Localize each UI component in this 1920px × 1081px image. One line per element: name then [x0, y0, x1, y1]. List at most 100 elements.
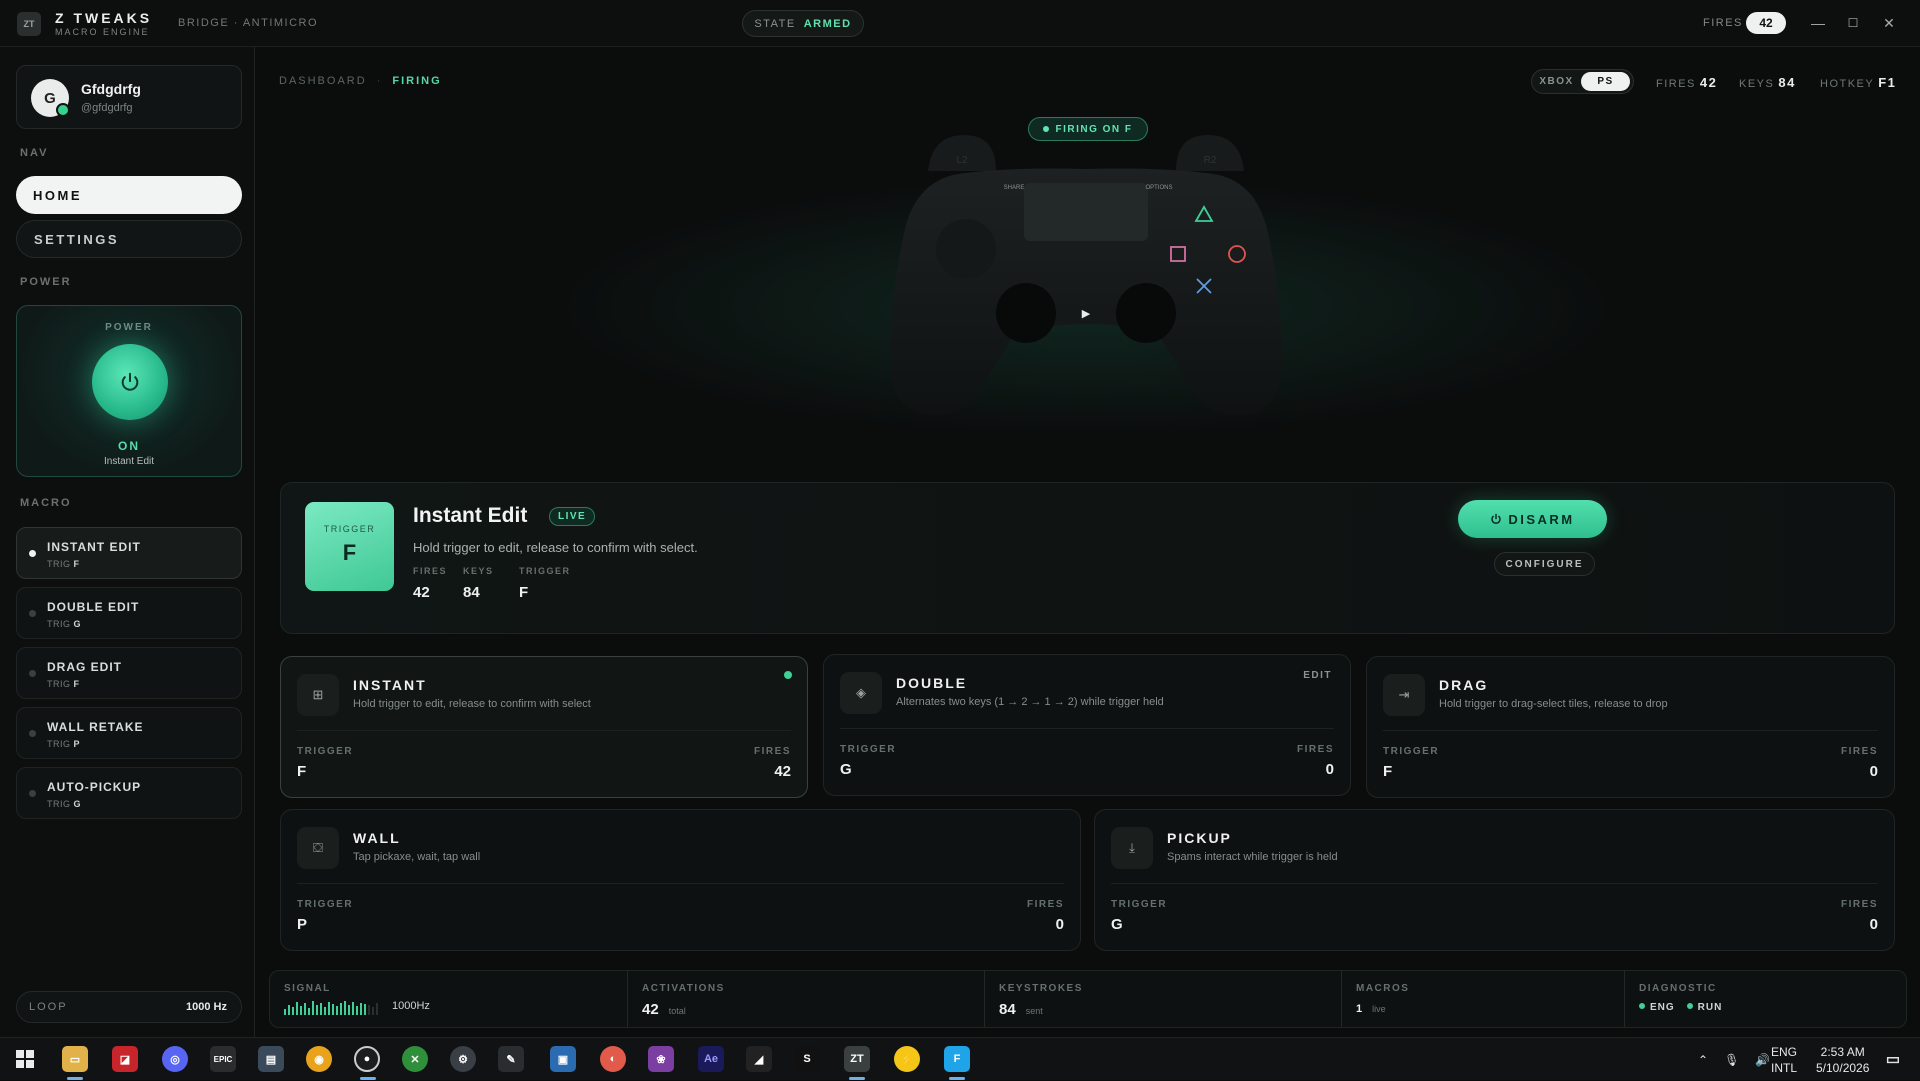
macro-status-dot: [29, 790, 36, 797]
configure-button[interactable]: CONFIGURE: [1494, 552, 1595, 576]
grid-icon: ⊞: [297, 674, 339, 716]
clock[interactable]: 2:53 AM 5/10/2026: [1816, 1044, 1869, 1076]
card-edit-button[interactable]: EDIT: [1303, 670, 1332, 681]
breadcrumb-current: FIRING: [392, 75, 442, 87]
loop-rate-bar[interactable]: LOOP 1000 Hz: [16, 991, 242, 1023]
platform-xbox[interactable]: XBOX: [1532, 76, 1581, 87]
nav-home-button[interactable]: HOME: [16, 176, 242, 214]
card-fires-value: 42: [774, 763, 791, 780]
nav-settings-button[interactable]: SETTINGS: [16, 220, 242, 258]
close-button[interactable]: ✕: [1879, 13, 1899, 33]
sidebar-macro-instant-edit[interactable]: INSTANT EDIT TRIG F: [16, 527, 242, 579]
f-app-icon[interactable]: F: [944, 1046, 970, 1072]
macro-card-pickup[interactable]: ⤓ PICKUP Spams interact while trigger is…: [1094, 809, 1895, 951]
z-tweaks-taskbar-icon[interactable]: ZT: [844, 1046, 870, 1072]
diagnostic-cell: DIAGNOSTIC ENG RUN: [1624, 971, 1908, 1027]
share-label: SHARE: [1004, 185, 1025, 191]
active-macro-title: Instant Edit: [413, 504, 528, 527]
language-indicator[interactable]: ENG INTL: [1771, 1044, 1797, 1076]
state-label: STATE: [754, 17, 796, 30]
speaker-icon[interactable]: 🔊: [1755, 1053, 1770, 1067]
clock-date: 5/10/2026: [1816, 1061, 1870, 1075]
macro-card-drag[interactable]: ⇥ DRAG Hold trigger to drag-select tiles…: [1366, 656, 1895, 798]
card-description: Hold trigger to edit, release to confirm…: [353, 698, 591, 710]
svg-text:▶: ▶: [1082, 308, 1091, 320]
file-explorer-icon[interactable]: ▭: [62, 1046, 88, 1072]
ps-controller-illustration: L2 R2 SHARE OPTIONS ▶: [890, 135, 1282, 415]
macro-name: DOUBLE EDIT: [47, 600, 140, 614]
app-brand: Z TWEAKS MACRO ENGINE: [55, 10, 152, 37]
lightning-app-icon[interactable]: ⚡: [894, 1046, 920, 1072]
right-stick: [1116, 283, 1176, 343]
microphone-icon[interactable]: 🎙: [1724, 1053, 1739, 1067]
after-effects-icon[interactable]: Ae: [698, 1046, 724, 1072]
epic-games-icon[interactable]: EPIC: [210, 1046, 236, 1072]
diag-eng: ENG: [1639, 1002, 1675, 1013]
macro-trigger: TRIG F: [47, 679, 80, 689]
xbox-icon[interactable]: ✕: [402, 1046, 428, 1072]
macro-name: WALL RETAKE: [47, 720, 144, 734]
fruit-app-icon[interactable]: ❀: [648, 1046, 674, 1072]
minimize-button[interactable]: —: [1808, 13, 1828, 33]
keystrokes-cell: KEYSTROKES 84 sent: [984, 971, 1341, 1027]
card-trigger-label: TRIGGER: [297, 899, 354, 910]
macros-value: 1 live: [1356, 1003, 1386, 1015]
macro-card-instant[interactable]: ⊞ INSTANT Hold trigger to edit, release …: [280, 656, 808, 798]
store-icon[interactable]: ▣: [550, 1046, 576, 1072]
card-fires-label: FIRES: [754, 746, 791, 757]
amd-icon[interactable]: ◪: [112, 1046, 138, 1072]
sidebar-macro-drag-edit[interactable]: DRAG EDIT TRIG F: [16, 647, 242, 699]
macro-status-dot: [29, 610, 36, 617]
windows-start-icon[interactable]: [12, 1046, 38, 1072]
download-icon: ⤓: [1111, 827, 1153, 869]
active-macro-description: Hold trigger to edit, release to confirm…: [413, 540, 698, 555]
power-state: ON: [118, 439, 140, 453]
firing-status-dot: [1043, 126, 1050, 132]
platform-toggle[interactable]: XBOX PS: [1531, 69, 1634, 94]
touchpad: [1024, 183, 1148, 241]
platform-ps[interactable]: PS: [1581, 72, 1630, 91]
card-fires-label: FIRES: [1841, 899, 1878, 910]
titlebar-fires-count: 42: [1746, 12, 1786, 34]
card-fires-label: FIRES: [1027, 899, 1064, 910]
firing-status-text: FIRING ON F: [1055, 123, 1133, 135]
game-launcher-icon[interactable]: ◐: [600, 1046, 626, 1072]
discord-icon[interactable]: ◎: [162, 1046, 188, 1072]
power-section-label: POWER: [20, 276, 72, 288]
power-toggle-button[interactable]: [92, 344, 168, 420]
macro-card-wall[interactable]: ⛋ WALL Tap pickaxe, wait, tap wall TRIGG…: [280, 809, 1081, 951]
macro-card-double[interactable]: ◈ DOUBLE Alternates two keys (1 → 2 → 1 …: [823, 654, 1351, 796]
notifications-icon[interactable]: ▭: [1880, 1046, 1906, 1072]
hero-keys-stat: KEYS 84: [463, 566, 494, 601]
macro-status-dot: [29, 550, 36, 557]
breadcrumb-dashboard[interactable]: DASHBOARD: [279, 75, 367, 87]
main-content: DASHBOARD · FIRING XBOX PS FIRES 42 KEYS 84 …: [256, 47, 1920, 1037]
streaming-app-icon[interactable]: ◢: [746, 1046, 772, 1072]
state-pill: STATE ARMED: [742, 10, 864, 37]
signal-label: SIGNAL: [284, 983, 331, 994]
maximize-button[interactable]: ☐: [1843, 13, 1863, 33]
card-description: Hold trigger to drag-select tiles, relea…: [1439, 698, 1668, 710]
script-app-icon[interactable]: S: [794, 1046, 820, 1072]
settings-gear-icon[interactable]: ⚙: [450, 1046, 476, 1072]
chrome-icon[interactable]: ◉: [306, 1046, 332, 1072]
macro-name: AUTO-PICKUP: [47, 780, 142, 794]
card-fires-value: 0: [1055, 916, 1064, 933]
app-window-icon[interactable]: ▤: [258, 1046, 284, 1072]
activations-label: ACTIVATIONS: [642, 983, 725, 994]
sidebar-macro-double-edit[interactable]: DOUBLE EDIT TRIG G: [16, 587, 242, 639]
tool-app-icon[interactable]: ✎: [498, 1046, 524, 1072]
drag-arrow-icon: ⇥: [1383, 674, 1425, 716]
windows-taskbar: ▭ ◪ ◎ EPIC ▤ ◉ ● ✕ ⚙ ✎ ▣ ◐ ❀ Ae ◢ S ZT ⚡…: [0, 1037, 1920, 1080]
profile-card[interactable]: G Gfdgdrfg @gfdgdrfg: [16, 65, 242, 129]
macro-section-label: MACRO: [20, 497, 72, 509]
power-card: POWER ON Instant Edit: [16, 305, 242, 477]
chevron-up-icon[interactable]: ⌃: [1698, 1053, 1708, 1067]
firing-status-pill: FIRING ON F: [1028, 117, 1148, 141]
sidebar-macro-auto-pickup[interactable]: AUTO-PICKUP TRIG G: [16, 767, 242, 819]
sidebar-macro-wall-retake[interactable]: WALL RETAKE TRIG P: [16, 707, 242, 759]
card-trigger-label: TRIGGER: [297, 746, 354, 757]
disarm-button[interactable]: DISARM: [1458, 500, 1607, 538]
macro-status-dot: [29, 670, 36, 677]
obs-icon[interactable]: ●: [354, 1046, 380, 1072]
